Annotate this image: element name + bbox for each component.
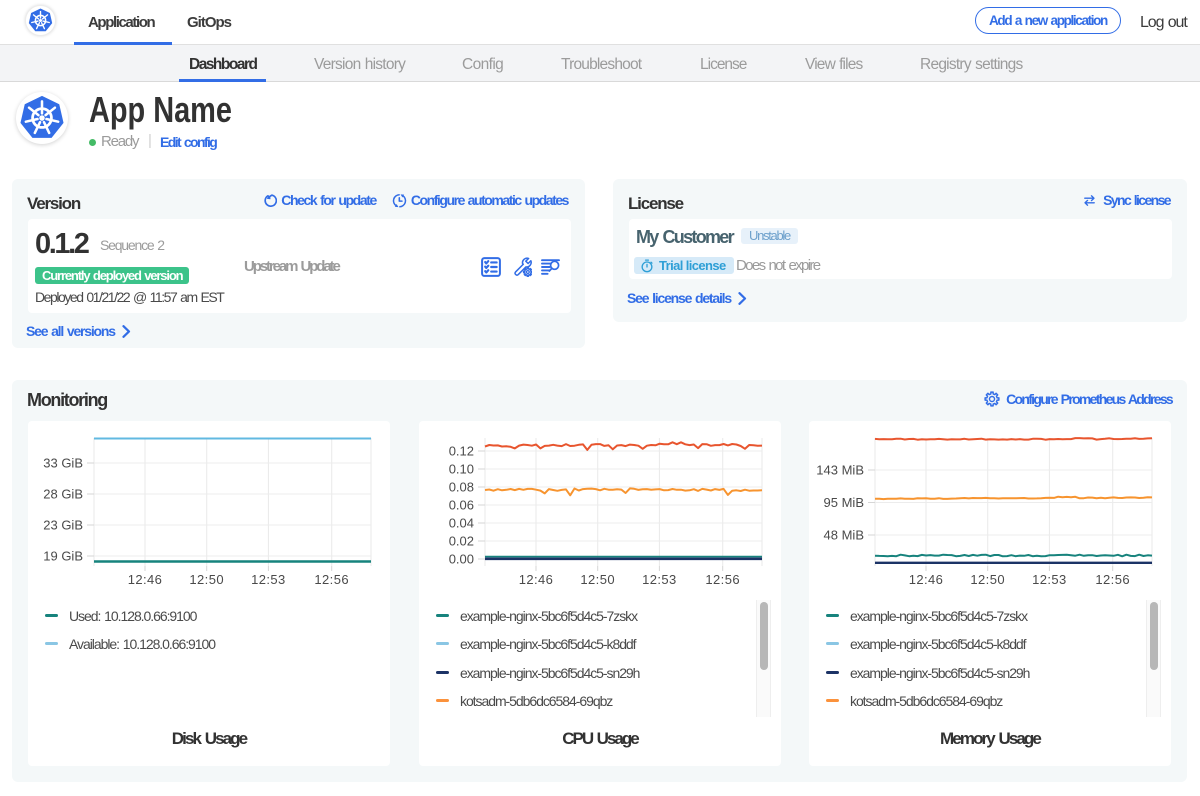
svg-text:12:56: 12:56 [705, 572, 740, 587]
svg-text:0.08: 0.08 [449, 480, 474, 495]
svg-text:12:50: 12:50 [970, 572, 1005, 587]
svg-text:95 MiB: 95 MiB [824, 495, 864, 510]
svg-text:0.04: 0.04 [449, 516, 474, 531]
svg-text:12:50: 12:50 [580, 572, 615, 587]
svg-text:0.06: 0.06 [449, 498, 474, 513]
svg-text:12:50: 12:50 [189, 572, 224, 587]
svg-text:23 GiB: 23 GiB [43, 518, 83, 533]
svg-text:12:46: 12:46 [909, 572, 944, 587]
svg-text:12:53: 12:53 [642, 572, 677, 587]
svg-text:0.00: 0.00 [449, 552, 474, 567]
svg-text:12:53: 12:53 [1032, 572, 1067, 587]
svg-text:12:56: 12:56 [314, 572, 349, 587]
svg-text:12:56: 12:56 [1095, 572, 1130, 587]
svg-text:143 MiB: 143 MiB [816, 463, 864, 478]
svg-text:0.12: 0.12 [449, 444, 474, 459]
svg-text:12:46: 12:46 [519, 572, 554, 587]
svg-text:12:53: 12:53 [251, 572, 286, 587]
svg-text:0.02: 0.02 [449, 534, 474, 549]
svg-text:0.10: 0.10 [449, 462, 474, 477]
svg-text:12:46: 12:46 [128, 572, 163, 587]
svg-text:48 MiB: 48 MiB [824, 528, 864, 543]
svg-text:28 GiB: 28 GiB [43, 487, 83, 502]
svg-text:19 GiB: 19 GiB [43, 549, 83, 564]
svg-text:33 GiB: 33 GiB [43, 456, 83, 471]
